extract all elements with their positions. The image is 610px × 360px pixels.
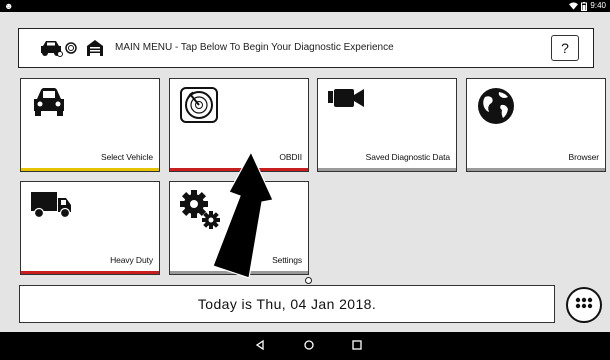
tile-heavy-duty[interactable]: Heavy Duty xyxy=(20,181,160,275)
battery-icon xyxy=(581,1,588,11)
date-display: Today is Thu, 04 Jan 2018. xyxy=(19,285,555,323)
car-icon[interactable] xyxy=(39,39,63,57)
tile-accent-bar xyxy=(21,168,159,171)
apps-grid-icon xyxy=(575,297,593,309)
tile-label: Heavy Duty xyxy=(110,255,153,265)
tile-label: Saved Diagnostic Data xyxy=(365,152,450,162)
globe-icon xyxy=(478,88,514,124)
radar-icon xyxy=(180,87,218,123)
back-icon[interactable] xyxy=(254,339,266,351)
android-icon: ☻ xyxy=(4,1,14,11)
tile-label: Select Vehicle xyxy=(101,152,153,162)
tile-settings[interactable]: Settings xyxy=(169,181,309,275)
tile-accent-bar xyxy=(170,168,308,171)
main-menu-header: MAIN MENU - Tap Below To Begin Your Diag… xyxy=(18,28,594,68)
garage-icon xyxy=(87,40,103,56)
tile-accent-bar xyxy=(318,168,456,171)
date-text: Today is Thu, 04 Jan 2018. xyxy=(197,296,377,312)
wifi-icon xyxy=(569,2,579,10)
apps-button[interactable] xyxy=(566,287,602,323)
car-icon xyxy=(34,88,64,116)
tile-accent-bar xyxy=(170,271,308,274)
ring-icon xyxy=(65,42,77,54)
tile-accent-bar xyxy=(21,271,159,274)
home-icon[interactable] xyxy=(303,339,315,351)
tile-label: Browser xyxy=(568,152,600,162)
tile-browser[interactable]: Browser xyxy=(466,78,606,172)
tile-saved-diagnostic-data[interactable]: Saved Diagnostic Data xyxy=(317,78,457,172)
tile-accent-bar xyxy=(467,168,605,171)
recent-apps-icon[interactable] xyxy=(351,339,363,351)
truck-icon xyxy=(31,192,71,219)
help-label: ? xyxy=(561,40,569,56)
page-title: MAIN MENU - Tap Below To Begin Your Diag… xyxy=(115,42,394,53)
tile-obdii[interactable]: OBDII xyxy=(169,78,309,172)
tile-label: Settings xyxy=(272,255,302,265)
status-bar: ☻ 9:40 xyxy=(0,0,610,12)
page-indicator-dot xyxy=(305,277,312,284)
navigation-bar xyxy=(0,332,610,360)
gears-icon xyxy=(180,190,220,229)
status-time: 9:40 xyxy=(590,1,606,10)
tile-select-vehicle[interactable]: Select Vehicle xyxy=(20,78,160,172)
video-camera-icon xyxy=(328,89,364,107)
help-button[interactable]: ? xyxy=(551,35,579,61)
tile-label: OBDII xyxy=(279,152,302,162)
